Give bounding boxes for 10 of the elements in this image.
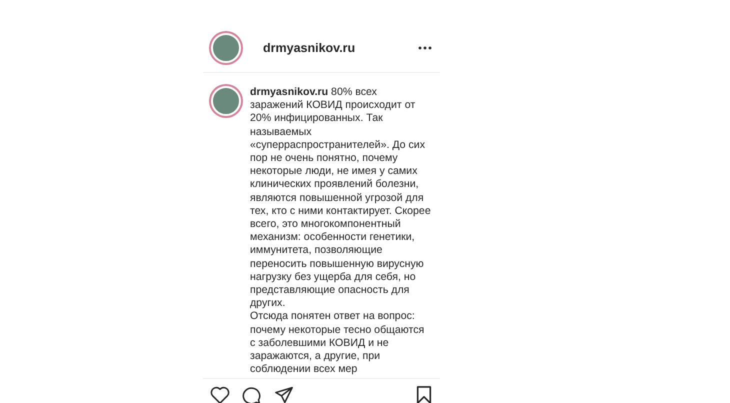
send-icon[interactable]: [274, 386, 294, 403]
caption-text: Отсюда понятен ответ на вопрос: почему некоторые тесно общаются с заболевшими КОВИД и не заражаются, а другие, при соблюдении всех мер: [250, 310, 426, 376]
comment-icon[interactable]: [242, 386, 262, 403]
more-options-icon[interactable]: [418, 46, 432, 50]
avatar[interactable]: [211, 86, 241, 116]
username-link[interactable]: drmyasnikov.ru: [263, 41, 418, 55]
bookmark-icon[interactable]: [416, 386, 432, 403]
caption-text: drmyasnikov.ru 80% всех заражений КОВИД происходит от 20% инфицированных. Так называемых «суперраспространителей». До сих пор не очень понятно, почему некоторые люди, не имея у самих клинических проявлений болезни, являются повышенной угрозой для тех, кто с ними контактирует. Скорее всего, это многокомпонентный механизм: особенности генетики, иммунитета, позволяющие переносить повышенную вирусную нагрузку без ущерба для себя, но представляющие опасность для других.: [250, 86, 432, 310]
avatar[interactable]: [211, 33, 241, 63]
heart-icon[interactable]: [210, 386, 230, 403]
